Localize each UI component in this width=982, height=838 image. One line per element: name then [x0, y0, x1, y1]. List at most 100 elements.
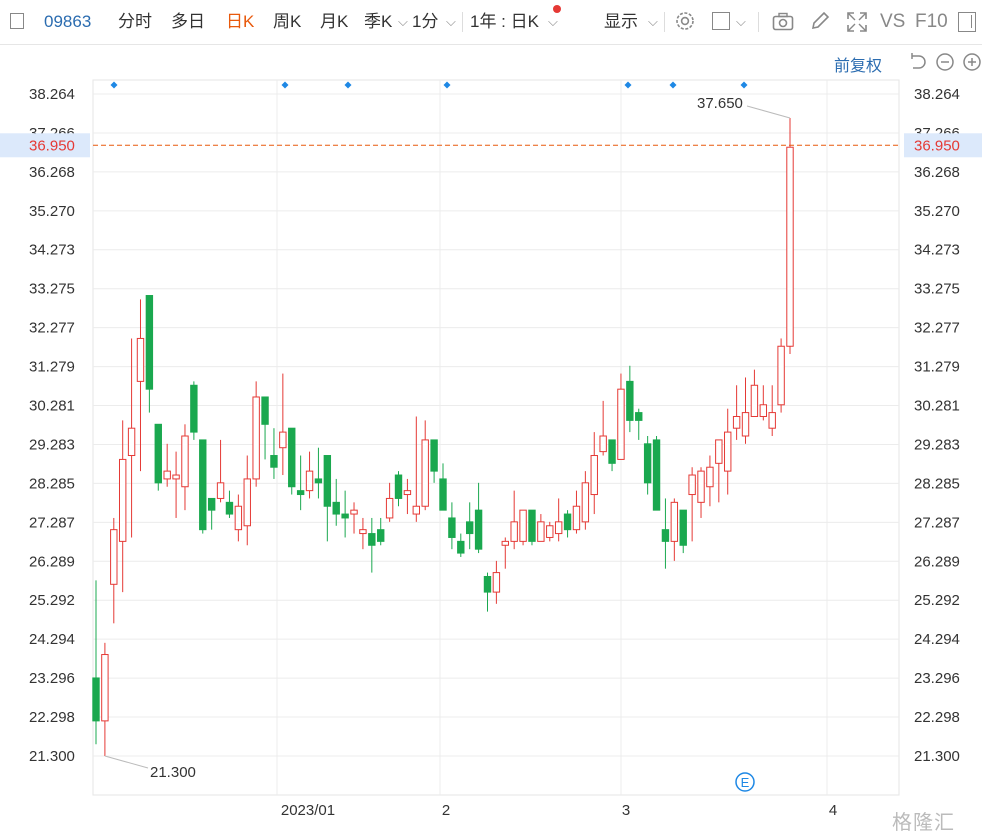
candle — [305, 451, 314, 499]
candle — [216, 439, 225, 503]
candle — [92, 580, 100, 745]
stock-code[interactable]: 09863 — [44, 12, 91, 32]
candle — [448, 502, 456, 550]
candle — [483, 572, 492, 612]
f10-button[interactable]: F10 — [915, 12, 948, 32]
gear-icon[interactable] — [674, 10, 696, 37]
y-tick-label-left: 24.294 — [29, 631, 75, 648]
vs-compare-button[interactable]: VS — [880, 12, 905, 32]
candle-body — [777, 345, 785, 406]
candle-body — [670, 501, 679, 542]
candle — [234, 494, 243, 542]
candle — [528, 509, 536, 546]
tab-intraday[interactable]: 分时 — [118, 12, 152, 32]
candle — [750, 369, 759, 417]
candle-body — [661, 529, 670, 542]
event-marker-icon — [344, 81, 352, 89]
candle — [252, 381, 260, 487]
tab-minute[interactable]: 1分 — [412, 12, 438, 32]
candle — [626, 365, 634, 433]
tab-weekly-k[interactable]: 周K — [273, 12, 301, 32]
candle — [501, 537, 509, 569]
candle — [608, 439, 616, 472]
candle-body — [341, 513, 349, 519]
tab-multi-day[interactable]: 多日 — [171, 12, 205, 32]
candle — [368, 517, 376, 573]
candle-body — [421, 439, 429, 507]
candle-body — [732, 415, 741, 429]
y-tick-label-right: 38.264 — [914, 86, 960, 103]
y-tick-label-right: 27.287 — [914, 514, 960, 531]
candle-body — [154, 423, 162, 484]
event-marker-icon — [624, 81, 632, 89]
pencil-icon[interactable] — [810, 11, 830, 36]
camera-icon[interactable] — [772, 12, 794, 37]
candle — [786, 117, 794, 355]
candle-body — [474, 509, 483, 550]
candle-body — [786, 146, 794, 347]
candle — [661, 498, 670, 569]
candle — [190, 381, 198, 440]
candle — [261, 396, 269, 460]
y-tick-label-left: 38.264 — [29, 86, 75, 103]
chevron-down-icon[interactable]: ⌵ — [446, 12, 456, 32]
toolbar: 09863 分时 多日 日K 周K 月K 季K ⌵ 1分 ⌵ 1年 : 日K ⌵… — [0, 0, 982, 45]
candle — [207, 497, 216, 530]
event-marker-icon — [281, 81, 289, 89]
chevron-down-icon[interactable]: ⌵ — [548, 12, 558, 32]
x-tick-label: 4 — [829, 802, 837, 819]
y-tick-label-right: 33.275 — [914, 281, 960, 298]
candle — [314, 447, 323, 499]
candle — [581, 471, 590, 530]
candle — [635, 408, 643, 440]
fullscreen-icon[interactable] — [846, 11, 868, 38]
checkbox-icon[interactable] — [712, 12, 730, 30]
event-marker-icon — [740, 81, 748, 89]
tab-daily-k[interactable]: 日K — [226, 12, 254, 32]
candle-body — [127, 427, 136, 457]
x-tick-label: 3 — [622, 802, 630, 819]
min-price-label: 21.300 — [150, 764, 196, 781]
x-tick-label: 2 — [442, 802, 450, 819]
candle-body — [216, 482, 225, 499]
candle-body — [528, 509, 536, 542]
chevron-down-icon[interactable]: ⌵ — [648, 12, 658, 32]
candle-body — [483, 575, 492, 593]
candle — [724, 408, 732, 495]
y-tick-label-left: 33.275 — [29, 281, 75, 298]
y-tick-label-left: 30.281 — [29, 398, 75, 415]
candle-body — [207, 497, 216, 511]
candle-body — [332, 501, 340, 515]
candle — [652, 436, 661, 511]
candle-body — [750, 384, 759, 417]
candle — [563, 510, 572, 538]
range-selector[interactable]: 1年 : 日K — [470, 12, 539, 32]
y-tick-label-right: 26.289 — [914, 553, 960, 570]
y-tick-label-right: 31.279 — [914, 359, 960, 376]
chevron-down-icon[interactable]: ⌵ — [398, 12, 408, 32]
candle-body — [101, 654, 109, 722]
candle — [697, 467, 705, 518]
y-tick-label-left: 35.270 — [29, 203, 75, 220]
candle — [430, 439, 438, 483]
panel-toggle-icon[interactable] — [958, 12, 976, 32]
candle — [181, 424, 189, 511]
y-tick-label-right: 35.270 — [914, 203, 960, 220]
y-tick-label-right: 23.296 — [914, 670, 960, 687]
candle-body — [608, 439, 616, 464]
candle-body — [350, 509, 358, 515]
chevron-down-icon[interactable]: ⌵ — [736, 12, 746, 32]
candle-body — [457, 540, 465, 554]
candlestick-chart[interactable]: 38.26438.26437.26637.26636.26836.26835.2… — [0, 44, 982, 838]
tab-monthly-k[interactable]: 月K — [320, 12, 348, 32]
candle-body — [181, 435, 189, 488]
candle — [136, 299, 145, 472]
sidebar-toggle-icon[interactable] — [10, 13, 24, 29]
candle — [617, 373, 625, 460]
plot-frame — [92, 79, 900, 796]
tab-season-k[interactable]: 季K — [364, 12, 392, 32]
y-tick-label-right: 32.277 — [914, 320, 960, 337]
candle — [332, 478, 340, 526]
display-menu[interactable]: 显示 — [604, 12, 638, 32]
candle-body — [688, 474, 696, 496]
